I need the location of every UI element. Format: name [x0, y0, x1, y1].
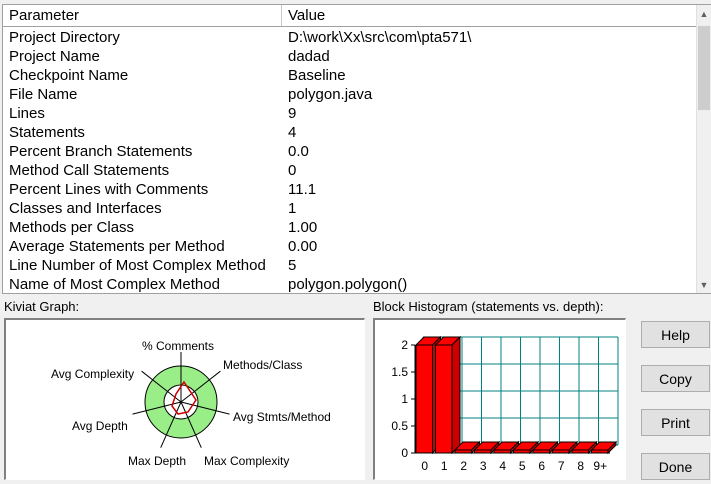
metrics-table: Parameter Value Project Directory D:\work…	[2, 4, 711, 294]
parameter-cell: Percent Lines with Comments	[9, 181, 209, 198]
column-header-parameter[interactable]: Parameter	[3, 5, 282, 26]
kiviat-graph-label: Kiviat Graph:	[4, 299, 80, 314]
histogram-panel: 0 0.5 1 1.5 2 0 1 2 3 4 5 6 7 8 9+	[373, 318, 626, 480]
parameter-cell: Line Number of Most Complex Method	[9, 257, 266, 274]
table-row[interactable]: Lines 9	[3, 104, 698, 123]
table-row[interactable]: Project Directory D:\work\Xx\src\com\pta5…	[3, 28, 698, 47]
parameter-cell: Method Call Statements	[9, 162, 170, 179]
x-tick-label: 7	[558, 459, 565, 473]
help-button[interactable]: Help	[641, 321, 710, 348]
parameter-cell: Name of Most Complex Method	[9, 276, 220, 293]
x-tick-label: 1	[441, 459, 448, 473]
table-row[interactable]: Percent Lines with Comments 11.1	[3, 180, 698, 199]
table-header: Parameter Value	[3, 5, 698, 27]
parameter-cell: Methods per Class	[9, 219, 135, 236]
table-row[interactable]: Statements 4	[3, 123, 698, 142]
x-tick-label: 3	[480, 459, 487, 473]
vertical-scrollbar[interactable]: ▲ ▼	[696, 5, 711, 293]
axis-label-methods-class: Methods/Class	[223, 358, 302, 372]
axis-label-max-complexity: Max Complexity	[204, 454, 289, 468]
axis-label-max-depth: Max Depth	[128, 454, 186, 468]
copy-button[interactable]: Copy	[641, 365, 710, 392]
parameter-cell: Percent Branch Statements	[9, 143, 193, 160]
scrollbar-thumb[interactable]	[698, 26, 710, 110]
scroll-down-icon[interactable]: ▼	[697, 276, 711, 293]
value-cell: 11.1	[288, 181, 317, 198]
parameter-cell: Lines	[9, 105, 45, 122]
x-tick-label: 9+	[593, 459, 607, 473]
done-button[interactable]: Done	[641, 453, 710, 480]
x-tick-label: 8	[577, 459, 584, 473]
table-row[interactable]: Checkpoint Name Baseline	[3, 66, 698, 85]
table-row[interactable]: Project Name dadad	[3, 47, 698, 66]
x-tick-label: 5	[519, 459, 526, 473]
value-cell: 5	[288, 257, 297, 274]
table-row[interactable]: File Name polygon.java	[3, 85, 698, 104]
value-cell: Baseline	[288, 67, 346, 84]
scroll-up-icon[interactable]: ▲	[697, 5, 711, 22]
value-cell: 1	[288, 200, 297, 217]
parameter-cell: Project Name	[9, 48, 100, 65]
block-histogram: 00.511.520 1 2 3 4 5 6 7 8 9+	[391, 335, 619, 473]
y-tick-label: 0	[401, 446, 408, 460]
parameter-cell: Classes and Interfaces	[9, 200, 162, 217]
y-tick-label: 0.5	[391, 419, 408, 433]
parameter-cell: Checkpoint Name	[9, 67, 129, 84]
kiviat-graph: % Comments Methods/Class Avg Complexity …	[51, 339, 331, 468]
y-tick-label: 1.5	[391, 365, 408, 379]
table-row[interactable]: Average Statements per Method 0.00	[3, 237, 698, 256]
value-cell: 9	[288, 105, 297, 122]
kiviat-graph-panel: % Comments Methods/Class Avg Complexity …	[4, 318, 365, 480]
value-cell: 1.00	[288, 219, 318, 236]
x-tick-label: 4	[499, 459, 506, 473]
parameter-cell: Average Statements per Method	[9, 238, 225, 255]
parameter-cell: Project Directory	[9, 29, 120, 46]
axis-label-avg-stmts: Avg Stmts/Method	[233, 410, 331, 424]
value-cell: polygon.java	[288, 86, 373, 103]
value-cell: 0	[288, 162, 297, 179]
table-body: Project Directory D:\work\Xx\src\com\pta5…	[3, 28, 698, 293]
axis-label-avg-depth: Avg Depth	[72, 419, 128, 433]
parameter-cell: Statements	[9, 124, 85, 141]
axis-label-comments: % Comments	[142, 339, 214, 353]
x-tick-label: 0	[421, 459, 428, 473]
table-row[interactable]: Percent Branch Statements 0.0	[3, 142, 698, 161]
value-cell: D:\work\Xx\src\com\pta571\	[288, 29, 472, 46]
table-row[interactable]: Classes and Interfaces 1	[3, 199, 698, 218]
value-cell: 4	[288, 124, 297, 141]
column-header-value[interactable]: Value	[282, 5, 698, 26]
x-tick-label: 6	[538, 459, 545, 473]
table-row[interactable]: Method Call Statements 0	[3, 161, 698, 180]
y-tick-label: 1	[401, 392, 408, 406]
table-row[interactable]: Methods per Class 1.00	[3, 218, 698, 237]
y-tick-label: 2	[401, 338, 408, 352]
value-cell: polygon.polygon()	[288, 276, 408, 293]
histogram-label: Block Histogram (statements vs. depth):	[373, 299, 604, 314]
x-tick-label: 2	[460, 459, 467, 473]
axis-label-avg-complexity: Avg Complexity	[51, 367, 134, 381]
table-row[interactable]: Name of Most Complex Method polygon.polyg…	[3, 275, 698, 293]
value-cell: 0.0	[288, 143, 309, 160]
table-row[interactable]: Line Number of Most Complex Method 5	[3, 256, 698, 275]
print-button[interactable]: Print	[641, 409, 710, 436]
parameter-cell: File Name	[9, 86, 78, 103]
histogram-bar	[434, 335, 462, 455]
value-cell: 0.00	[288, 238, 318, 255]
value-cell: dadad	[288, 48, 330, 65]
